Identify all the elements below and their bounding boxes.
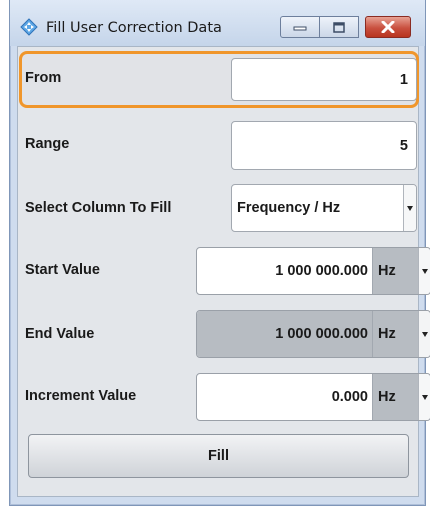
end-value-unit-dropdown[interactable] xyxy=(418,311,430,357)
chevron-down-icon xyxy=(422,332,428,337)
diamond-arrows-icon xyxy=(20,18,38,36)
increment-value-text: 0.000 xyxy=(331,389,368,405)
chevron-down-icon xyxy=(422,269,428,274)
minimize-icon xyxy=(293,26,307,31)
dialog-content: From 1 Range 5 Select Column To Fill Fre… xyxy=(17,46,430,497)
increment-value-label: Increment Value xyxy=(25,388,137,404)
close-icon xyxy=(381,21,395,33)
chevron-down-icon xyxy=(407,206,413,211)
start-value-unit[interactable]: Hz xyxy=(372,248,418,294)
range-input[interactable]: 5 xyxy=(231,121,417,170)
fill-button-label: Fill xyxy=(208,448,229,464)
range-value: 5 xyxy=(399,137,408,154)
increment-value-input[interactable]: 0.000 Hz xyxy=(196,373,430,421)
start-value-input[interactable]: 1 000 000.000 Hz xyxy=(196,247,430,295)
window-controls xyxy=(280,16,422,38)
from-value: 1 xyxy=(399,71,408,88)
fill-button[interactable]: Fill xyxy=(28,434,409,478)
increment-value-number[interactable]: 0.000 xyxy=(197,374,372,420)
increment-value-unit-dropdown[interactable] xyxy=(418,374,430,420)
from-label: From xyxy=(25,70,62,86)
end-value-input: 1 000 000.000 Hz xyxy=(196,310,430,358)
select-column-dropdown[interactable]: Frequency / Hz xyxy=(231,184,417,232)
maximize-icon xyxy=(333,21,345,33)
maximize-button[interactable] xyxy=(319,16,359,38)
select-column-dropdown-button[interactable] xyxy=(403,185,416,231)
end-value-label: End Value xyxy=(25,326,95,342)
minimize-button[interactable] xyxy=(280,16,320,38)
start-value-number[interactable]: 1 000 000.000 xyxy=(197,248,372,294)
start-value-label: Start Value xyxy=(25,262,100,278)
chevron-down-icon xyxy=(422,395,428,400)
start-value-unit-dropdown[interactable] xyxy=(418,248,430,294)
title-bar[interactable]: Fill User Correction Data xyxy=(10,0,425,46)
end-value-unit[interactable]: Hz xyxy=(372,311,418,357)
increment-value-unit[interactable]: Hz xyxy=(372,374,418,420)
range-label: Range xyxy=(25,136,70,152)
select-column-value: Frequency / Hz xyxy=(237,200,341,216)
window-title: Fill User Correction Data xyxy=(46,20,222,36)
end-value-number: 1 000 000.000 xyxy=(197,311,372,357)
fill-user-correction-data-dialog: Fill User Correction Data From 1 Range 5… xyxy=(9,0,430,506)
start-value-text: 1 000 000.000 xyxy=(275,263,368,279)
end-value-unit-text: Hz xyxy=(378,326,396,342)
select-column-label: Select Column To Fill xyxy=(25,200,172,216)
close-button[interactable] xyxy=(365,16,411,38)
from-input[interactable]: 1 xyxy=(231,58,417,101)
end-value-text: 1 000 000.000 xyxy=(275,326,368,342)
increment-value-unit-text: Hz xyxy=(378,389,396,405)
start-value-unit-text: Hz xyxy=(378,263,396,279)
